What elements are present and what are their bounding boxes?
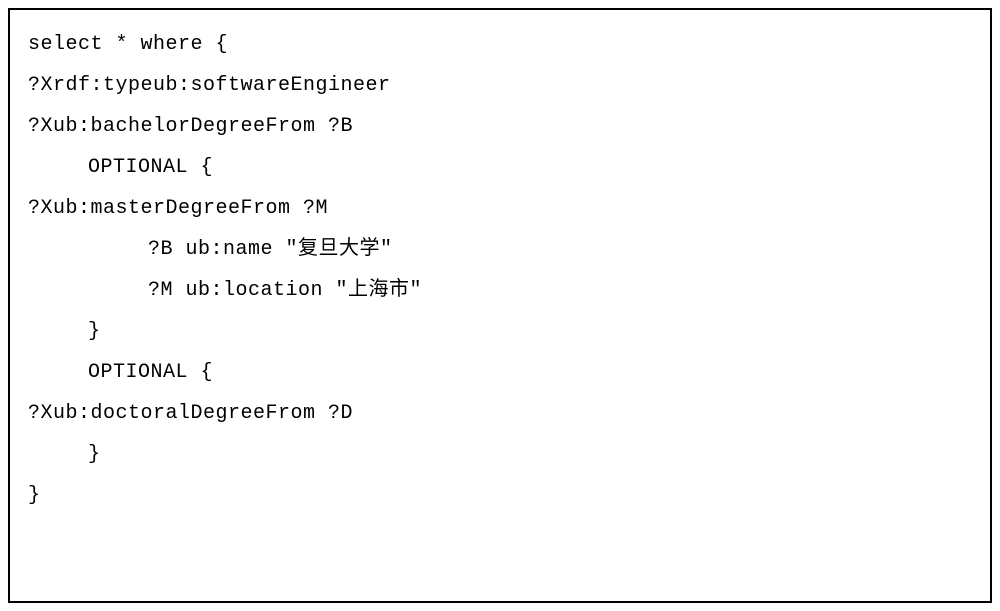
code-line: ?M ub:location "上海市" [28, 270, 972, 311]
code-line: ?Xub:bachelorDegreeFrom ?B [28, 106, 972, 147]
code-line: ?Xrdf:typeub:softwareEngineer [28, 65, 972, 106]
code-line: OPTIONAL { [28, 352, 972, 393]
code-line: OPTIONAL { [28, 147, 972, 188]
code-line: ?B ub:name "复旦大学" [28, 229, 972, 270]
code-line: ?Xub:masterDegreeFrom ?M [28, 188, 972, 229]
code-line: } [28, 311, 972, 352]
code-line: } [28, 434, 972, 475]
code-line: } [28, 475, 972, 516]
code-line: select * where { [28, 24, 972, 65]
code-block: select * where { ?Xrdf:typeub:softwareEn… [8, 8, 992, 603]
code-line: ?Xub:doctoralDegreeFrom ?D [28, 393, 972, 434]
